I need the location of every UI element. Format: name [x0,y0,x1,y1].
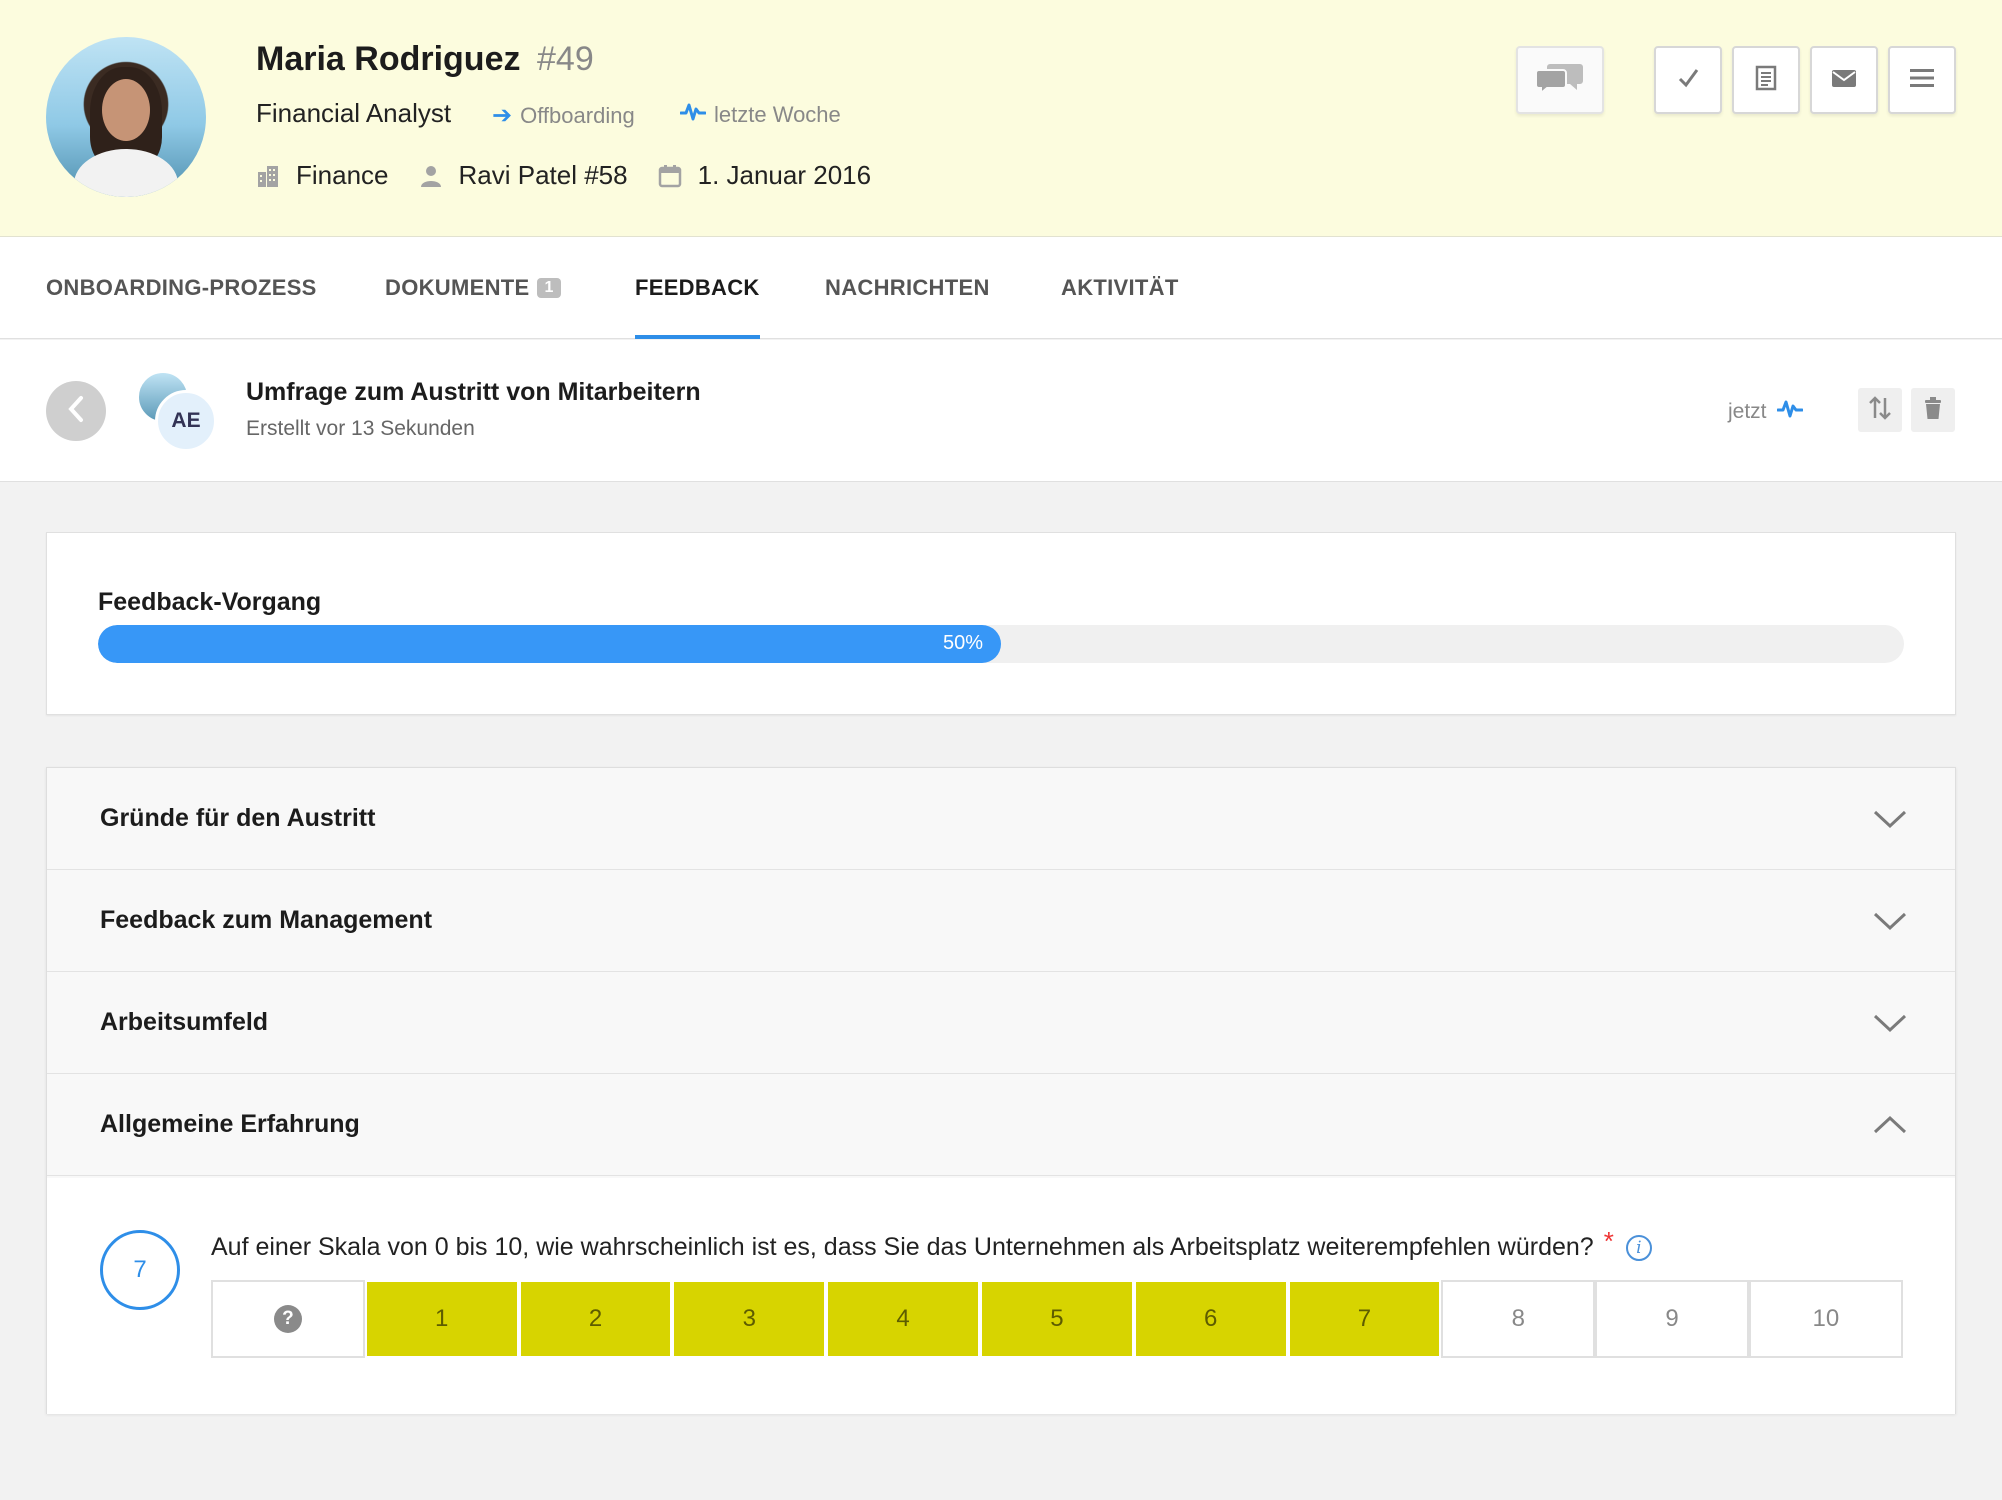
trash-icon [1922,396,1944,425]
tab-bar: ONBOARDING-PROZESS DOKUMENTE 1 FEEDBACK … [0,237,2002,339]
employee-name: Maria Rodriguez [256,40,521,78]
chevron-left-icon [65,394,87,429]
person-icon [419,164,443,188]
arrow-right-icon: ➔ [492,102,513,129]
tab-documents[interactable]: DOKUMENTE 1 [385,237,561,339]
scale-option-unknown[interactable]: ? [211,1280,365,1358]
question-text-row: Auf einer Skala von 0 bis 10, wie wahrsc… [211,1226,1652,1263]
scale-option[interactable]: 1 [364,1280,519,1358]
tab-onboarding-process[interactable]: ONBOARDING-PROZESS [46,237,317,339]
status-label: Offboarding [520,102,635,128]
section-title: Allgemeine Erfahrung [100,1110,360,1138]
tab-feedback[interactable]: FEEDBACK [635,237,760,339]
survey-created: Erstellt vor 13 Sekunden [246,417,475,440]
tab-label: FEEDBACK [635,275,760,300]
chevron-down-icon [1873,1008,1907,1038]
section-general-experience[interactable]: Allgemeine Erfahrung [47,1074,1955,1176]
scale-option[interactable]: 6 [1133,1280,1288,1358]
documents-count-badge: 1 [537,278,561,298]
manager[interactable]: Ravi Patel #58 [459,160,628,191]
employee-meta: Finance Ravi Patel #58 1. Januar 2016 [256,160,901,191]
scale-option[interactable]: 2 [518,1280,673,1358]
activity-link[interactable]: letzte Woche [679,101,841,129]
tab-messages[interactable]: NACHRICHTEN [825,237,990,339]
feedback-progress-card: Feedback-Vorgang 50% [46,532,1956,715]
building-icon [256,164,280,188]
section-management-feedback[interactable]: Feedback zum Management [47,870,1955,972]
profile-avatar [46,37,206,197]
comments-button[interactable] [1516,46,1604,114]
section-work-environment[interactable]: Arbeitsumfeld [47,972,1955,1074]
scale-option[interactable]: 8 [1441,1280,1596,1358]
survey-timestamp: jetzt [1728,398,1804,426]
scale-option[interactable]: 5 [979,1280,1134,1358]
progress-percent: 50% [942,632,983,654]
tab-label: AKTIVITÄT [1061,275,1179,300]
scale-option[interactable]: 7 [1287,1280,1442,1358]
document-button[interactable] [1732,46,1800,114]
status-link[interactable]: ➔ Offboarding [492,101,635,130]
timestamp-label: jetzt [1728,400,1767,423]
tab-activity[interactable]: AKTIVITÄT [1061,237,1179,339]
delete-button[interactable] [1911,388,1955,432]
rating-scale: ? 1 2 3 4 5 6 7 8 9 10 [211,1280,1903,1358]
progress-bar: 50% [98,625,1904,663]
calendar-icon [658,164,682,188]
tab-label: DOKUMENTE [385,275,530,300]
document-icon [1755,65,1777,96]
pulse-icon [679,101,707,129]
survey-sections: Gründe für den Austritt Feedback zum Man… [46,767,1956,1414]
chevron-down-icon [1873,804,1907,834]
survey-header: AE [0,340,2002,482]
employee-id: #49 [537,40,594,78]
section-general-experience-body: 7 Auf einer Skala von 0 bis 10, wie wahr… [47,1178,1955,1414]
assignee-avatar: AE [155,390,217,452]
department: Finance [296,160,389,190]
envelope-icon [1831,68,1857,93]
tab-label: NACHRICHTEN [825,275,990,300]
tab-label: ONBOARDING-PROZESS [46,275,317,300]
message-button[interactable] [1810,46,1878,114]
question-mark-icon: ? [273,1305,302,1333]
question-number: 7 [100,1230,180,1310]
progress-label: Feedback-Vorgang [98,588,322,616]
info-icon[interactable]: i [1625,1234,1652,1261]
comments-icon [1534,60,1586,101]
question-text: Auf einer Skala von 0 bis 10, wie wahrsc… [211,1233,1594,1261]
activity-label: letzte Woche [714,102,841,127]
required-marker: * [1603,1226,1614,1256]
sort-arrows-icon [1868,395,1892,426]
menu-button[interactable] [1888,46,1956,114]
sort-button[interactable] [1858,388,1902,432]
survey-title: Umfrage zum Austritt von Mitarbeitern [246,378,701,406]
chevron-down-icon [1873,906,1907,936]
back-button[interactable] [46,381,106,441]
start-date: 1. Januar 2016 [697,160,872,190]
menu-icon [1909,67,1935,94]
checkmark-icon [1676,66,1700,95]
profile-header: Maria Rodriguez #49 Financial Analyst ➔ … [0,0,2002,237]
section-reasons-for-leaving[interactable]: Gründe für den Austritt [47,768,1955,870]
scale-option[interactable]: 3 [672,1280,827,1358]
scale-option[interactable]: 9 [1595,1280,1749,1358]
pulse-icon [1776,398,1804,426]
job-title: Financial Analyst [256,98,452,128]
scale-option[interactable]: 4 [826,1280,980,1358]
complete-button[interactable] [1654,46,1722,114]
section-title: Feedback zum Management [100,906,433,934]
scale-option[interactable]: 10 [1748,1280,1903,1358]
section-title: Arbeitsumfeld [100,1008,269,1036]
chevron-up-icon [1873,1110,1907,1140]
section-title: Gründe für den Austritt [100,804,376,832]
progress-fill: 50% [98,625,1001,663]
